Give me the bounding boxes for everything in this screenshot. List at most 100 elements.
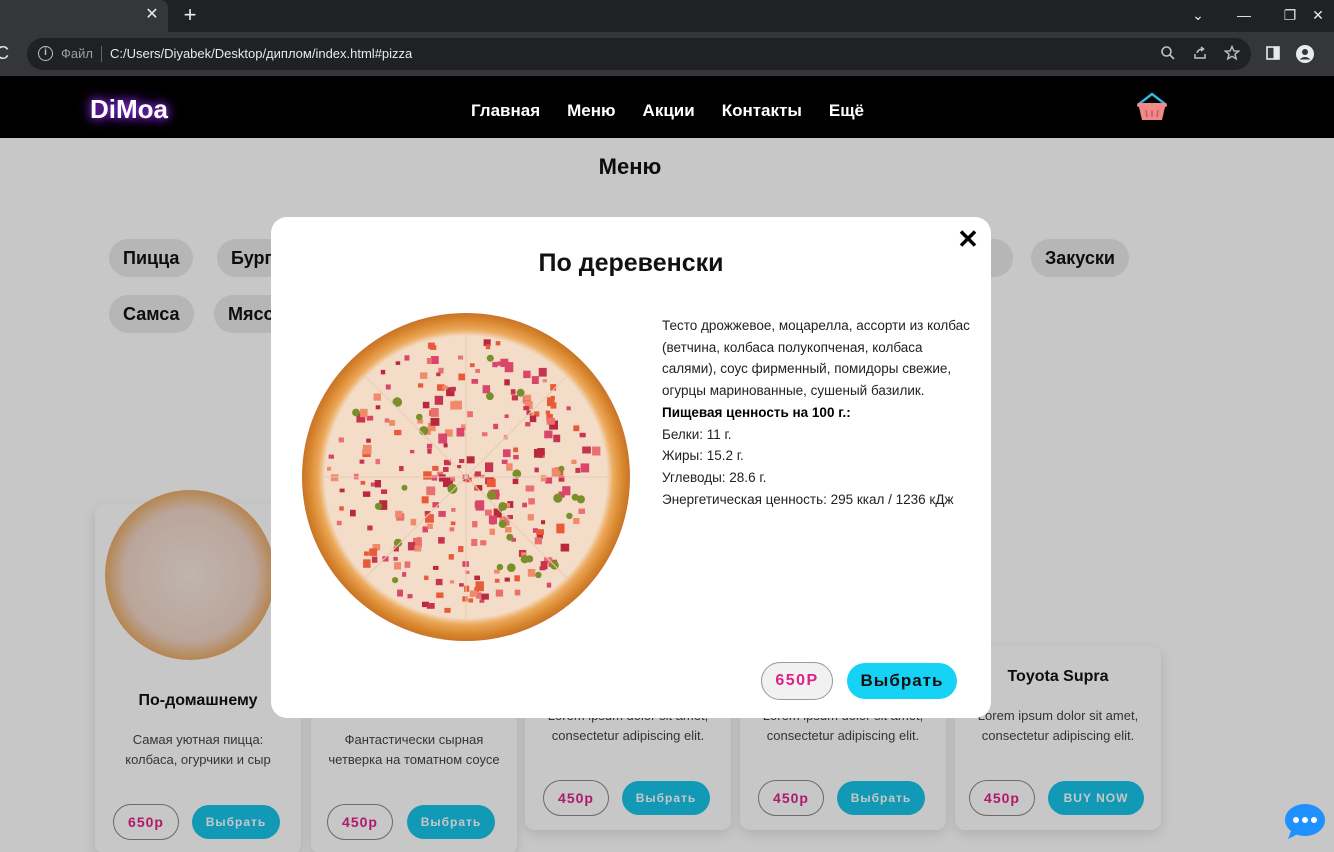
pickle-piece: [507, 563, 516, 572]
nav-contacts[interactable]: Контакты: [722, 101, 802, 121]
topping-piece: [527, 514, 534, 521]
topping-piece: [433, 565, 439, 570]
close-icon[interactable]: ✕: [956, 226, 980, 252]
topping-piece: [523, 406, 530, 411]
topping-piece: [404, 355, 410, 361]
nav-home[interactable]: Главная: [471, 101, 540, 121]
topping-piece: [443, 443, 448, 448]
topping-piece: [592, 446, 601, 456]
topping-piece: [522, 502, 527, 508]
new-tab-icon[interactable]: +: [179, 4, 201, 27]
pickle-piece: [393, 538, 403, 548]
topping-piece: [450, 521, 456, 526]
topping-piece: [395, 510, 403, 518]
topping-piece: [426, 603, 435, 609]
modal-price: 650Р: [761, 662, 833, 700]
pickle-piece: [498, 502, 508, 511]
reload-icon[interactable]: C: [0, 43, 9, 64]
site-logo[interactable]: DiMoa: [90, 94, 168, 125]
topping-piece: [504, 414, 509, 418]
zoom-icon[interactable]: [1159, 45, 1177, 63]
topping-piece: [524, 394, 532, 401]
profile-icon[interactable]: [1296, 45, 1314, 63]
nav-menu[interactable]: Меню: [567, 101, 615, 121]
topping-piece: [362, 491, 371, 497]
topping-piece: [375, 405, 381, 410]
topping-piece: [474, 575, 480, 580]
topping-piece: [541, 520, 546, 525]
topping-piece: [458, 355, 464, 360]
topping-piece: [486, 478, 496, 488]
pickle-piece: [506, 533, 514, 541]
topping-piece: [425, 514, 434, 523]
topping-piece: [336, 520, 342, 526]
topping-piece: [362, 444, 372, 455]
minimize-icon[interactable]: —: [1231, 4, 1257, 26]
topping-piece: [410, 518, 417, 526]
topping-piece: [513, 454, 519, 460]
topping-piece: [427, 523, 433, 529]
topping-piece: [394, 429, 402, 436]
address-bar[interactable]: i Файл C:/Users/Diyabek/Desktop/диплом/i…: [27, 38, 1251, 70]
topping-piece: [429, 345, 437, 350]
energy-value: Энергетическая ценность: 295 ккал / 1236…: [662, 491, 954, 507]
topping-piece: [367, 525, 373, 531]
tab-search-icon[interactable]: ⌄: [1185, 4, 1211, 26]
nav-more[interactable]: Ещё: [829, 101, 864, 121]
topping-piece: [375, 458, 381, 465]
topping-piece: [471, 539, 478, 546]
topping-piece: [504, 577, 510, 582]
topping-piece: [399, 466, 404, 472]
modal-select-button[interactable]: Выбрать: [847, 663, 957, 699]
topping-piece: [402, 572, 407, 577]
topping-piece: [431, 475, 438, 481]
topping-piece: [536, 529, 544, 535]
browser-toolbar: C i Файл C:/Users/Diyabek/Desktop/диплом…: [0, 32, 1334, 76]
topping-piece: [539, 566, 546, 571]
topping-piece: [443, 467, 449, 472]
topping-piece: [582, 446, 591, 454]
star-icon[interactable]: [1223, 44, 1241, 63]
topping-piece: [495, 589, 504, 597]
topping-piece: [534, 537, 542, 545]
url-text[interactable]: C:/Users/Diyabek/Desktop/диплом/index.ht…: [110, 46, 412, 61]
topping-piece: [397, 589, 403, 597]
topping-piece: [505, 527, 512, 533]
topping-piece: [504, 362, 514, 373]
topping-piece: [485, 509, 492, 516]
share-icon[interactable]: [1191, 45, 1209, 63]
topping-piece: [451, 508, 456, 512]
pickle-piece: [526, 555, 534, 563]
pickle-piece: [486, 490, 497, 500]
topping-piece: [528, 498, 535, 505]
topping-piece: [418, 383, 424, 388]
tab-close-icon[interactable]: ✕: [143, 6, 161, 24]
topping-piece: [513, 447, 519, 453]
topping-piece: [474, 501, 484, 508]
topping-piece: [575, 467, 581, 473]
topping-piece: [481, 432, 488, 437]
topping-piece: [410, 449, 415, 454]
topping-piece: [458, 373, 465, 381]
topping-piece: [560, 543, 570, 552]
chat-icon[interactable]: [1283, 802, 1327, 842]
topping-piece: [430, 417, 440, 426]
basket-icon[interactable]: [1135, 92, 1169, 122]
info-icon[interactable]: i: [38, 46, 53, 61]
nav-promotions[interactable]: Акции: [643, 101, 695, 121]
topping-piece: [571, 459, 577, 464]
restore-icon[interactable]: ❐: [1277, 4, 1303, 26]
topping-piece: [339, 506, 344, 511]
topping-piece: [384, 418, 390, 423]
fat-value: Жиры: 15.2 г.: [662, 448, 744, 464]
modal-title: По деревенски: [538, 249, 724, 277]
pickle-piece: [558, 465, 565, 472]
topping-piece: [556, 523, 565, 534]
topping-piece: [466, 456, 475, 464]
browser-tab[interactable]: ✕: [0, 0, 168, 32]
sidebar-icon[interactable]: [1264, 45, 1282, 63]
topping-piece: [394, 562, 401, 570]
close-window-icon[interactable]: ✕: [1305, 4, 1331, 26]
topping-piece: [374, 480, 381, 488]
topping-piece: [438, 367, 444, 374]
